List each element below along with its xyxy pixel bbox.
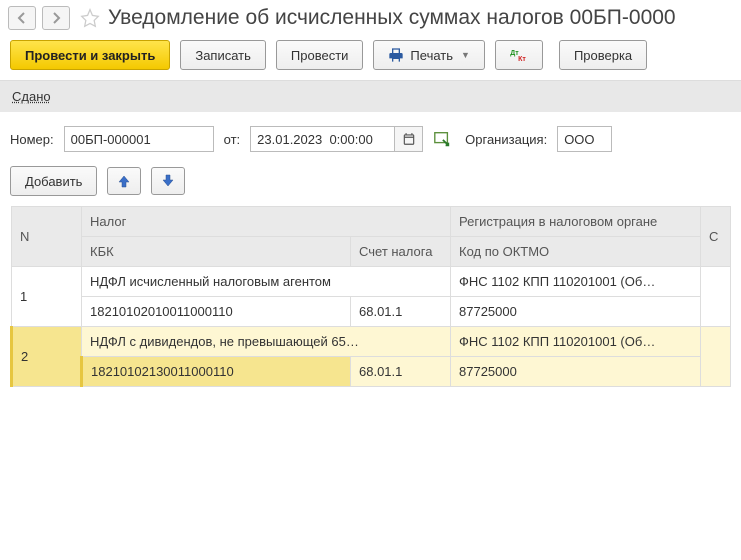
titlebar: Уведомление об исчисленных суммах налого… [0, 0, 741, 40]
chevron-down-icon: ▼ [461, 50, 470, 60]
dtkt-button[interactable]: ДтКт [495, 40, 543, 70]
number-input[interactable] [64, 126, 214, 152]
col-header-kbk[interactable]: КБК [82, 237, 351, 267]
col-header-oktmo[interactable]: Код по ОКТМО [451, 237, 701, 267]
table-row[interactable]: 2НДФЛ с дивидендов, не превышающей 650 0… [12, 327, 731, 357]
table-row[interactable]: 1НДФЛ исчисленный налоговым агентомФНС 1… [12, 267, 731, 297]
cell-registration[interactable]: ФНС 1102 КПП 110201001 (Об… [451, 267, 701, 297]
col-header-tax[interactable]: Налог [82, 207, 451, 237]
arrow-left-icon [16, 12, 28, 24]
cell-tax[interactable]: НДФЛ с дивидендов, не превышающей 650 00… [82, 327, 451, 357]
org-label: Организация: [465, 132, 547, 147]
cell-account[interactable]: 68.01.1 [351, 357, 451, 387]
dtkt-icon: ДтКт [510, 48, 528, 62]
cell-tax[interactable]: НДФЛ исчисленный налоговым агентом [82, 267, 451, 297]
calendar-icon [402, 132, 416, 146]
printer-icon [388, 47, 404, 63]
col-header-n[interactable]: N [12, 207, 82, 267]
print-label: Печать [410, 48, 453, 63]
table-toolbar: Добавить [0, 166, 741, 206]
cell-oktmo[interactable]: 87725000 [451, 357, 701, 387]
post-button[interactable]: Провести [276, 40, 364, 70]
arrow-up-icon [117, 174, 131, 188]
nav-forward-button[interactable] [42, 6, 70, 30]
add-button[interactable]: Добавить [10, 166, 97, 196]
from-label: от: [224, 132, 241, 147]
data-grid[interactable]: N Налог Регистрация в налоговом органе С… [10, 206, 731, 387]
calendar-button[interactable] [395, 126, 423, 152]
cell-n[interactable]: 1 [12, 267, 82, 327]
date-input[interactable] [250, 126, 395, 152]
col-header-registration[interactable]: Регистрация в налоговом органе [451, 207, 701, 237]
status-link[interactable]: Сдано [12, 89, 51, 104]
print-button[interactable]: Печать ▼ [373, 40, 485, 70]
cell-kbk[interactable]: 18210102130011000110 [82, 357, 351, 387]
edo-status-icon[interactable] [433, 130, 451, 148]
table-row[interactable]: 1821010213001100011068.01.187725000 [12, 357, 731, 387]
check-button[interactable]: Проверка [559, 40, 647, 70]
cell-kbk[interactable]: 18210102010011000110 [82, 297, 351, 327]
org-input[interactable] [557, 126, 612, 152]
cell-oktmo[interactable]: 87725000 [451, 297, 701, 327]
star-icon[interactable] [80, 8, 100, 28]
move-down-button[interactable] [151, 167, 185, 195]
table-row[interactable]: 1821010201001100011068.01.187725000 [12, 297, 731, 327]
move-up-button[interactable] [107, 167, 141, 195]
status-bar: Сдано [0, 81, 741, 112]
col-header-sum[interactable]: С [701, 207, 731, 267]
cell-registration[interactable]: ФНС 1102 КПП 110201001 (Об… [451, 327, 701, 357]
col-header-account[interactable]: Счет налога [351, 237, 451, 267]
toolbar: Провести и закрыть Записать Провести Печ… [0, 40, 741, 81]
cell-account[interactable]: 68.01.1 [351, 297, 451, 327]
form-row: Номер: от: Организация: [0, 112, 741, 166]
arrow-right-icon [50, 12, 62, 24]
svg-text:Кт: Кт [518, 56, 526, 62]
cell-sum[interactable] [701, 327, 731, 387]
cell-sum[interactable] [701, 267, 731, 327]
post-close-button[interactable]: Провести и закрыть [10, 40, 170, 70]
page-title: Уведомление об исчисленных суммах налого… [108, 6, 676, 30]
save-button[interactable]: Записать [180, 40, 266, 70]
cell-n[interactable]: 2 [12, 327, 82, 387]
arrow-down-icon [161, 174, 175, 188]
number-label: Номер: [10, 132, 54, 147]
nav-back-button[interactable] [8, 6, 36, 30]
